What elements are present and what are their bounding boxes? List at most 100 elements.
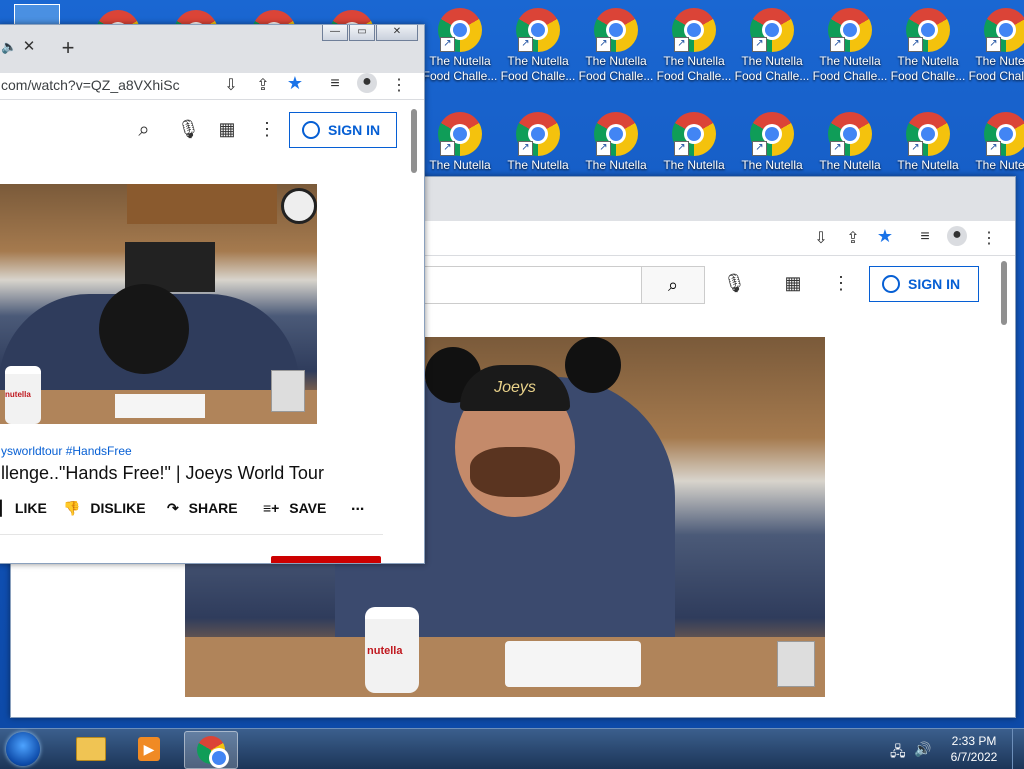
media-controls-icon[interactable]: ≡ — [915, 228, 935, 246]
desktop-shortcut[interactable]: ↗ The NutellaFood Challe... — [968, 8, 1024, 84]
volume-icon[interactable]: 🔊 — [914, 741, 931, 758]
apps-grid-icon[interactable]: ▦ — [783, 273, 803, 294]
sign-in-button[interactable]: SIGN IN — [869, 266, 979, 302]
channel-watermark[interactable] — [271, 370, 305, 412]
taskbar-explorer[interactable] — [64, 731, 116, 767]
desktop-shortcut[interactable]: ↗ The Nutella — [578, 112, 654, 173]
chocolate-face — [470, 447, 560, 497]
desktop-shortcut[interactable]: ↗ The NutellaFood Challe... — [734, 8, 810, 84]
desktop-shortcut[interactable]: ↗ The NutellaFood Challe... — [656, 8, 732, 84]
bookmark-star-icon[interactable]: ★ — [285, 73, 305, 94]
channel-watermark[interactable] — [777, 641, 815, 687]
shortcut-arrow-icon: ↗ — [986, 141, 1001, 156]
address-bar-url[interactable]: com/watch?v=QZ_a8VXhiSc — [1, 77, 180, 93]
microphone-icon[interactable]: 🎙 — [723, 273, 746, 294]
desktop-shortcut[interactable]: ↗ The Nutella — [500, 112, 576, 173]
desktop-shortcut-label: The NutellaFood Challe... — [500, 54, 576, 83]
scrollbar-thumb[interactable] — [411, 109, 417, 173]
shortcut-arrow-icon: ↗ — [596, 37, 611, 52]
clock-date[interactable]: 6/7/2022 — [944, 750, 1004, 764]
share-label: SHARE — [188, 500, 238, 516]
media-controls-icon[interactable]: ≡ — [325, 75, 345, 93]
desktop-shortcut[interactable]: ↗ The Nutella — [656, 112, 732, 173]
scrollbar-thumb[interactable] — [1001, 261, 1007, 325]
profile-icon[interactable]: ● — [947, 226, 967, 246]
speaker-icon[interactable]: 🔈 — [1, 39, 17, 55]
share-button[interactable]: ↷ SHARE — [167, 500, 238, 517]
dislike-button[interactable]: 👎 DISLIKE — [63, 500, 146, 517]
desktop-shortcut[interactable]: ↗ The NutellaFood Challe... — [422, 8, 498, 84]
more-options-icon[interactable]: ⋮ — [257, 119, 277, 140]
plate — [505, 641, 641, 687]
desktop-shortcut[interactable]: ↗ The NutellaFood Challe... — [500, 8, 576, 84]
bookmark-star-icon[interactable]: ★ — [875, 226, 895, 247]
clock-time[interactable]: 2:33 PM — [944, 734, 1004, 748]
desktop-shortcut-label: The Nutella — [663, 158, 725, 172]
subscribe-button-partial[interactable] — [271, 556, 381, 563]
jar-label: nutella — [367, 645, 403, 657]
save-button[interactable]: ≡+ SAVE — [263, 500, 326, 516]
start-button[interactable] — [6, 732, 40, 766]
playlist-add-icon: ≡+ — [263, 500, 280, 516]
desktop-shortcut[interactable]: ↗ The Nutella — [812, 112, 888, 173]
desktop-shortcut-label: The NutellaFood Challe... — [734, 54, 810, 83]
taskbar: ▶ 🖧 🔊 2:33 PM 6/7/2022 — [0, 728, 1024, 769]
desktop-shortcut[interactable]: ↗ The Nutella — [734, 112, 810, 173]
show-desktop-button[interactable] — [1012, 729, 1024, 769]
video-player[interactable]: nutella — [0, 184, 317, 424]
more-actions-button[interactable]: ... — [351, 497, 364, 515]
desktop-shortcut[interactable]: ↗ The NutellaFood Challe... — [578, 8, 654, 84]
shortcut-arrow-icon: ↗ — [986, 37, 1001, 52]
browser-toolbar: com/watch?v=QZ_a8VXhiSc ⇩ ⇪ ★ ≡ ● ⋮ — [0, 73, 424, 100]
search-icon[interactable]: ⌕ — [133, 119, 155, 142]
install-app-icon[interactable]: ⇩ — [221, 75, 241, 95]
desktop-shortcut[interactable]: ↗ The Nutella — [968, 112, 1024, 173]
install-app-icon[interactable]: ⇩ — [811, 228, 831, 248]
shortcut-arrow-icon: ↗ — [518, 37, 533, 52]
chrome-menu-icon[interactable]: ⋮ — [979, 228, 999, 248]
new-tab-button[interactable]: + — [57, 35, 79, 61]
desktop-shortcut[interactable]: ↗ The Nutella — [890, 112, 966, 173]
share-page-icon[interactable]: ⇪ — [253, 75, 273, 95]
sign-in-button[interactable]: SIGN IN — [289, 112, 397, 148]
search-button[interactable]: ⌕ — [641, 266, 705, 304]
desktop-shortcut-label: The Nutella — [897, 158, 959, 172]
desktop-shortcut-label: The Nutella — [585, 158, 647, 172]
desktop-shortcut-label: The Nutella — [507, 158, 569, 172]
chrome-shortcut-icon: ↗ — [828, 112, 872, 156]
maximize-button[interactable]: ▭ — [349, 25, 375, 41]
desktop-shortcut-label: The NutellaFood Challe... — [656, 54, 732, 83]
shortcut-arrow-icon: ↗ — [674, 37, 689, 52]
browser-window-front[interactable]: 🔈 ✕ + — ▭ ✕ com/watch?v=QZ_a8VXhiSc ⇩ ⇪ … — [0, 24, 425, 564]
minimize-button[interactable]: — — [322, 25, 348, 41]
network-icon[interactable]: 🖧 — [890, 741, 906, 765]
computer-icon[interactable] — [14, 4, 60, 26]
more-options-icon[interactable]: ⋮ — [831, 273, 851, 294]
jar-label: nutella — [5, 390, 31, 399]
share-page-icon[interactable]: ⇪ — [843, 228, 863, 248]
desktop-shortcut-label: The Nutella — [975, 158, 1024, 172]
desktop-shortcut[interactable]: ↗ The Nutella — [422, 112, 498, 173]
video-hashtags[interactable]: ysworldtour #HandsFree — [1, 444, 132, 458]
desktop-shortcut-label: The NutellaFood Challe... — [578, 54, 654, 83]
apps-grid-icon[interactable]: ▦ — [217, 119, 237, 140]
search-input[interactable] — [401, 266, 641, 304]
taskbar-chrome[interactable] — [184, 731, 238, 769]
desktop-shortcut[interactable]: ↗ The NutellaFood Challe... — [890, 8, 966, 84]
share-arrow-icon: ↷ — [167, 500, 179, 516]
window-caption-buttons: — ▭ ✕ — [322, 25, 418, 42]
close-tab-icon[interactable]: ✕ — [21, 37, 37, 55]
desktop-shortcut-label: The NutellaFood Challe... — [812, 54, 888, 83]
shortcut-arrow-icon: ↗ — [908, 37, 923, 52]
taskbar-media-player[interactable]: ▶ — [124, 731, 176, 767]
chrome-shortcut-icon: ↗ — [516, 112, 560, 156]
folder-icon — [76, 737, 106, 761]
person-head — [99, 284, 189, 374]
profile-icon[interactable]: ● — [357, 73, 377, 93]
like-button[interactable]: ▎ LIKE — [0, 500, 47, 517]
chrome-menu-icon[interactable]: ⋮ — [389, 75, 409, 95]
desktop-shortcut[interactable]: ↗ The NutellaFood Challe... — [812, 8, 888, 84]
close-button[interactable]: ✕ — [376, 25, 418, 41]
chrome-shortcut-icon: ↗ — [594, 112, 638, 156]
microphone-icon[interactable]: 🎙 — [177, 119, 200, 140]
